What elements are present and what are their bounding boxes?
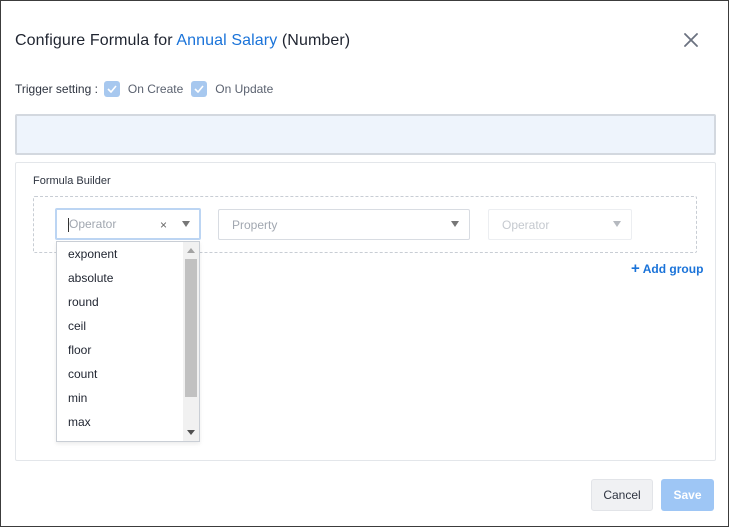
dropdown-scrollbar[interactable]: [183, 242, 199, 441]
title-field-name: Annual Salary: [176, 32, 278, 49]
scroll-down-arrow-icon[interactable]: [187, 430, 195, 435]
close-button[interactable]: [681, 30, 701, 50]
trigger-setting-row: Trigger setting : On Create On Update: [15, 81, 281, 97]
dialog-title: Configure Formula for Annual Salary (Num…: [15, 32, 350, 50]
dropdown-option-count[interactable]: count: [68, 367, 97, 381]
trigger-setting-label: Trigger setting :: [15, 82, 98, 96]
title-prefix: Configure Formula for: [15, 32, 177, 49]
on-create-label: On Create: [127, 82, 184, 96]
plus-icon: +: [631, 260, 640, 277]
second-operator-placeholder: Operator: [502, 217, 550, 232]
scrollbar-thumb[interactable]: [185, 259, 197, 397]
property-placeholder: Property: [232, 217, 278, 232]
configure-formula-dialog: Configure Formula for Annual Salary (Num…: [0, 0, 729, 527]
on-create-checkbox[interactable]: [103, 81, 120, 97]
on-update-label: On Update: [215, 82, 274, 96]
title-suffix: (Number): [277, 32, 351, 49]
second-operator-select[interactable]: Operator: [488, 209, 632, 240]
dropdown-option-round[interactable]: round: [68, 295, 99, 309]
dropdown-option-min[interactable]: min: [68, 391, 87, 405]
save-button[interactable]: Save: [661, 479, 714, 511]
on-update-checkbox[interactable]: [191, 81, 208, 97]
operator-dropdown-list: exponent absolute round ceil floor count…: [56, 241, 200, 442]
formula-builder-title: Formula Builder: [33, 175, 111, 187]
dropdown-option-floor[interactable]: floor: [68, 343, 91, 357]
check-icon: [107, 85, 117, 93]
dropdown-option-max[interactable]: max: [68, 415, 91, 429]
add-group-button[interactable]: + Add group: [631, 260, 703, 277]
text-cursor: [68, 218, 69, 232]
chevron-down-icon[interactable]: [613, 221, 621, 227]
scroll-up-arrow-icon[interactable]: [187, 248, 195, 253]
close-icon: [684, 33, 698, 47]
dropdown-option-ceil[interactable]: ceil: [68, 319, 86, 333]
dropdown-option-absolute[interactable]: absolute: [68, 271, 113, 285]
add-group-label: Add group: [642, 261, 704, 276]
property-select[interactable]: Property: [218, 209, 470, 240]
dropdown-option-exponent[interactable]: exponent: [68, 247, 117, 261]
cancel-button[interactable]: Cancel: [591, 479, 653, 511]
operator-select[interactable]: Operator ×: [55, 208, 201, 240]
chevron-down-icon[interactable]: [451, 221, 459, 227]
operator-placeholder: Operator: [69, 217, 117, 231]
formula-expression-field[interactable]: [15, 114, 716, 155]
clear-icon[interactable]: ×: [160, 218, 167, 232]
chevron-down-icon[interactable]: [182, 221, 190, 227]
check-icon: [194, 85, 204, 93]
